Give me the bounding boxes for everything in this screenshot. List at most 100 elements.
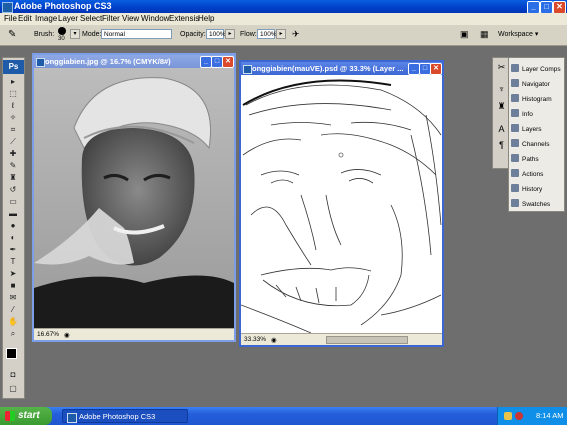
history-icon: [511, 184, 519, 192]
screen-mode-icon[interactable]: ▢: [6, 384, 20, 393]
options-bar: ✎ Brush: 30 ▾ Mode: Normal Opacity: 100%…: [0, 25, 567, 46]
photo-canvas[interactable]: [34, 68, 234, 329]
foreground-color-swatch[interactable]: [6, 348, 17, 359]
channels-icon: [511, 139, 519, 147]
document-window-sketch[interactable]: onggiabien(mauVE).psd @ 33.3% (Layer ...…: [239, 60, 444, 347]
camera-icon[interactable]: ▦: [480, 29, 489, 40]
gradient-tool-icon[interactable]: ▬: [6, 209, 20, 218]
sketch-canvas[interactable]: [241, 75, 442, 334]
app-title: Adobe Photoshop CS3: [14, 1, 112, 11]
menu-file[interactable]: File: [4, 14, 17, 23]
toolbox: Ps ▸ ⬚ ℓ ✧ ⌗ ⟋ ✚ ✎ ♜ ↺ ▭ ▬ ● ◐ ✒ T ➤ ■ ✉…: [2, 57, 25, 399]
document-titlebar[interactable]: onggiabien.jpg @ 16.7% (CMYK/8#) _ □ ✕: [34, 55, 234, 68]
healing-brush-tool-icon[interactable]: ✚: [6, 149, 20, 158]
opacity-field[interactable]: 100%: [206, 29, 226, 39]
document-status-bar: 16.67% ◉: [34, 328, 234, 340]
lasso-tool-icon[interactable]: ℓ: [6, 101, 20, 110]
close-button[interactable]: ✕: [430, 63, 442, 75]
brushes-panel-icon[interactable]: ♆: [496, 84, 507, 95]
workspace-button[interactable]: Workspace ▾: [498, 30, 538, 38]
panel-layers[interactable]: Layers: [511, 123, 563, 137]
character-panel-icon[interactable]: A: [496, 124, 507, 135]
quick-mask-icon[interactable]: ◘: [6, 370, 20, 379]
mode-select[interactable]: Normal: [101, 29, 172, 39]
menu-select[interactable]: Select: [80, 14, 102, 23]
zoom-readout[interactable]: 33.33%: [244, 334, 266, 345]
blur-tool-icon[interactable]: ●: [6, 221, 20, 230]
tools-panel-icon[interactable]: ✂: [496, 62, 507, 73]
pen-tool-icon[interactable]: ✒: [6, 245, 20, 254]
opacity-label: Opacity:: [180, 31, 206, 38]
panel-navigator[interactable]: Navigator: [511, 78, 563, 92]
brush-tool-icon[interactable]: ✎: [6, 161, 20, 170]
paths-icon: [511, 154, 519, 162]
move-tool-icon[interactable]: ▸: [6, 77, 20, 86]
clone-stamp-tool-icon[interactable]: ♜: [6, 173, 20, 182]
dodge-tool-icon[interactable]: ◐: [6, 233, 20, 242]
portrait-photo: [34, 68, 234, 329]
eraser-tool-icon[interactable]: ▭: [6, 197, 20, 206]
menu-extensis[interactable]: Extensis: [169, 14, 199, 23]
paragraph-panel-icon[interactable]: ¶: [496, 140, 507, 151]
eyedropper-tool-icon[interactable]: ⁄: [6, 305, 20, 314]
type-tool-icon[interactable]: T: [6, 257, 20, 266]
panel-list: Layer Comps Navigator Histogram Info Lay…: [508, 57, 565, 212]
brush-preview-icon[interactable]: [58, 27, 66, 35]
panel-layer-comps[interactable]: Layer Comps: [511, 63, 563, 77]
hand-tool-icon[interactable]: ✋: [6, 317, 20, 326]
document-titlebar[interactable]: onggiabien(mauVE).psd @ 33.3% (Layer ...…: [241, 62, 442, 75]
clock[interactable]: 8:14 AM: [536, 407, 564, 425]
menu-window[interactable]: Window: [141, 14, 169, 23]
flow-field[interactable]: 100%: [257, 29, 277, 39]
crop-tool-icon[interactable]: ⌗: [6, 125, 20, 134]
panel-actions[interactable]: Actions: [511, 168, 563, 182]
close-button[interactable]: ✕: [222, 56, 234, 68]
document-title: onggiabien.jpg @ 16.7% (CMYK/8#): [45, 57, 171, 66]
brush-picker-button[interactable]: ▾: [70, 29, 80, 39]
opacity-dropdown-button[interactable]: ▸: [225, 29, 235, 39]
brush-tool-icon[interactable]: ✎: [8, 29, 16, 40]
panel-histogram[interactable]: Histogram: [511, 93, 563, 107]
panel-swatches[interactable]: Swatches: [511, 198, 563, 212]
menu-edit[interactable]: Edit: [18, 14, 32, 23]
path-selection-tool-icon[interactable]: ➤: [6, 269, 20, 278]
status-menu-icon[interactable]: ◉: [64, 330, 70, 341]
security-icon[interactable]: [515, 412, 523, 420]
status-menu-icon[interactable]: ◉: [271, 335, 277, 346]
horizontal-scrollbar[interactable]: [326, 336, 408, 344]
menu-filter[interactable]: Filter: [102, 14, 120, 23]
slice-tool-icon[interactable]: ⟋: [6, 137, 20, 146]
zoom-readout[interactable]: 16.67%: [37, 329, 59, 340]
sketch-artwork: [241, 75, 442, 334]
panel-info[interactable]: Info: [511, 108, 563, 122]
history-brush-tool-icon[interactable]: ↺: [6, 185, 20, 194]
network-icon[interactable]: [504, 412, 512, 420]
clone-source-panel-icon[interactable]: ♜: [496, 101, 507, 112]
shape-tool-icon[interactable]: ■: [6, 281, 20, 290]
mode-label: Mode:: [82, 31, 102, 38]
document-icon: [36, 58, 45, 67]
zoom-tool-icon[interactable]: ⌕: [6, 329, 20, 338]
flow-dropdown-button[interactable]: ▸: [276, 29, 286, 39]
system-tray: 8:14 AM: [497, 407, 567, 425]
taskbar-item-photoshop[interactable]: Adobe Photoshop CS3: [62, 409, 188, 423]
file-browser-icon[interactable]: ▣: [460, 29, 469, 40]
panel-channels[interactable]: Channels: [511, 138, 563, 152]
panel-paths[interactable]: Paths: [511, 153, 563, 167]
menu-image[interactable]: Image: [35, 14, 57, 23]
document-window-photo[interactable]: onggiabien.jpg @ 16.7% (CMYK/8#) _ □ ✕ 1…: [32, 53, 236, 342]
photoshop-icon: [2, 2, 13, 13]
menu-view[interactable]: View: [122, 14, 139, 23]
panel-history[interactable]: History: [511, 183, 563, 197]
swatches-icon: [511, 199, 519, 207]
app-titlebar: Adobe Photoshop CS3 _ □ ✕: [0, 0, 567, 14]
menu-layer[interactable]: Layer: [58, 14, 78, 23]
windows-taskbar: start Adobe Photoshop CS3 8:14 AM: [0, 407, 567, 425]
airbrush-icon[interactable]: ✈: [292, 29, 300, 40]
notes-tool-icon[interactable]: ✉: [6, 293, 20, 302]
marquee-tool-icon[interactable]: ⬚: [6, 89, 20, 98]
start-button[interactable]: start: [0, 407, 52, 425]
magic-wand-tool-icon[interactable]: ✧: [6, 113, 20, 122]
menu-help[interactable]: Help: [198, 14, 214, 23]
document-status-bar: 33.33% ◉: [241, 333, 442, 345]
